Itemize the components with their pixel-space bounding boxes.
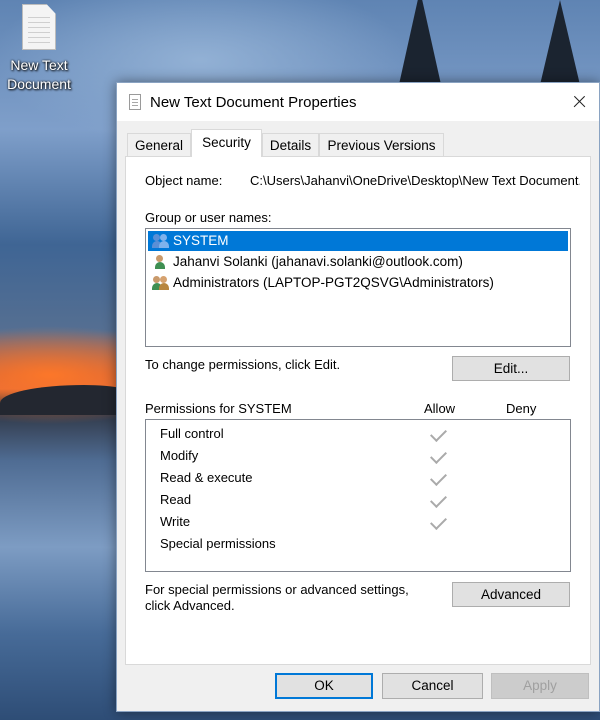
ok-button[interactable]: OK: [275, 673, 373, 699]
list-item-system[interactable]: SYSTEM: [148, 231, 568, 251]
advanced-button[interactable]: Advanced: [452, 582, 570, 607]
user-group-icon: [152, 233, 170, 249]
list-item-user[interactable]: Jahanvi Solanki (jahanavi.solanki@outloo…: [148, 252, 568, 272]
allow-column-header: Allow: [424, 401, 456, 416]
properties-dialog: New Text Document Properties General Sec…: [116, 82, 600, 712]
permission-row: Special permissions: [160, 536, 276, 551]
group-names-label: Group or user names:: [145, 210, 272, 225]
allow-check-icon: [430, 447, 447, 464]
user-name: SYSTEM: [173, 233, 229, 248]
allow-check-icon: [430, 425, 447, 442]
permission-row: Read: [160, 492, 192, 507]
admin-group-icon: [152, 275, 170, 291]
close-button[interactable]: [559, 83, 599, 121]
text-file-icon: [22, 4, 56, 50]
desktop-icon-label: New Text Document: [7, 57, 71, 92]
user-name: Jahanvi Solanki (jahanavi.solanki@outloo…: [173, 254, 463, 269]
edit-button[interactable]: Edit...: [452, 356, 570, 381]
tab-details[interactable]: Details: [262, 133, 319, 156]
permissions-label: Permissions for SYSTEM: [145, 401, 292, 416]
permission-row: Read & execute: [160, 470, 253, 485]
special-permissions-text: For special permissions or advanced sett…: [145, 582, 409, 613]
document-icon: [129, 94, 141, 110]
permission-row: Full control: [160, 426, 224, 441]
permission-row: Write: [160, 514, 191, 529]
allow-check-icon: [430, 491, 447, 508]
allow-check-icon: [430, 469, 447, 486]
security-panel: Object name: C:\Users\Jahanvi\OneDrive\D…: [125, 156, 591, 665]
dialog-title: New Text Document Properties: [150, 94, 357, 111]
tab-security[interactable]: Security: [191, 129, 262, 157]
cancel-button[interactable]: Cancel: [382, 673, 483, 699]
object-name-label: Object name:: [145, 173, 223, 188]
object-name-value: C:\Users\Jahanvi\OneDrive\Desktop\New Te…: [250, 173, 580, 188]
user-icon: [152, 254, 170, 270]
permission-row: Modify: [160, 448, 199, 463]
tab-previous-versions[interactable]: Previous Versions: [319, 133, 444, 156]
tab-general[interactable]: General: [127, 133, 191, 156]
title-bar[interactable]: New Text Document Properties: [117, 83, 599, 121]
permissions-list: Full control Modify Read & execute Read …: [145, 419, 571, 572]
user-list[interactable]: SYSTEM Jahanvi Solanki (jahanavi.solanki…: [145, 228, 571, 347]
list-item-administrators[interactable]: Administrators (LAPTOP-PGT2QSVG\Administ…: [148, 273, 568, 293]
deny-column-header: Deny: [506, 401, 537, 416]
change-permissions-text: To change permissions, click Edit.: [145, 357, 341, 372]
allow-check-icon: [430, 513, 447, 530]
apply-button[interactable]: Apply: [491, 673, 589, 699]
user-name: Administrators (LAPTOP-PGT2QSVG\Administ…: [173, 275, 494, 290]
desktop-file-icon[interactable]: New Text Document: [0, 0, 78, 94]
